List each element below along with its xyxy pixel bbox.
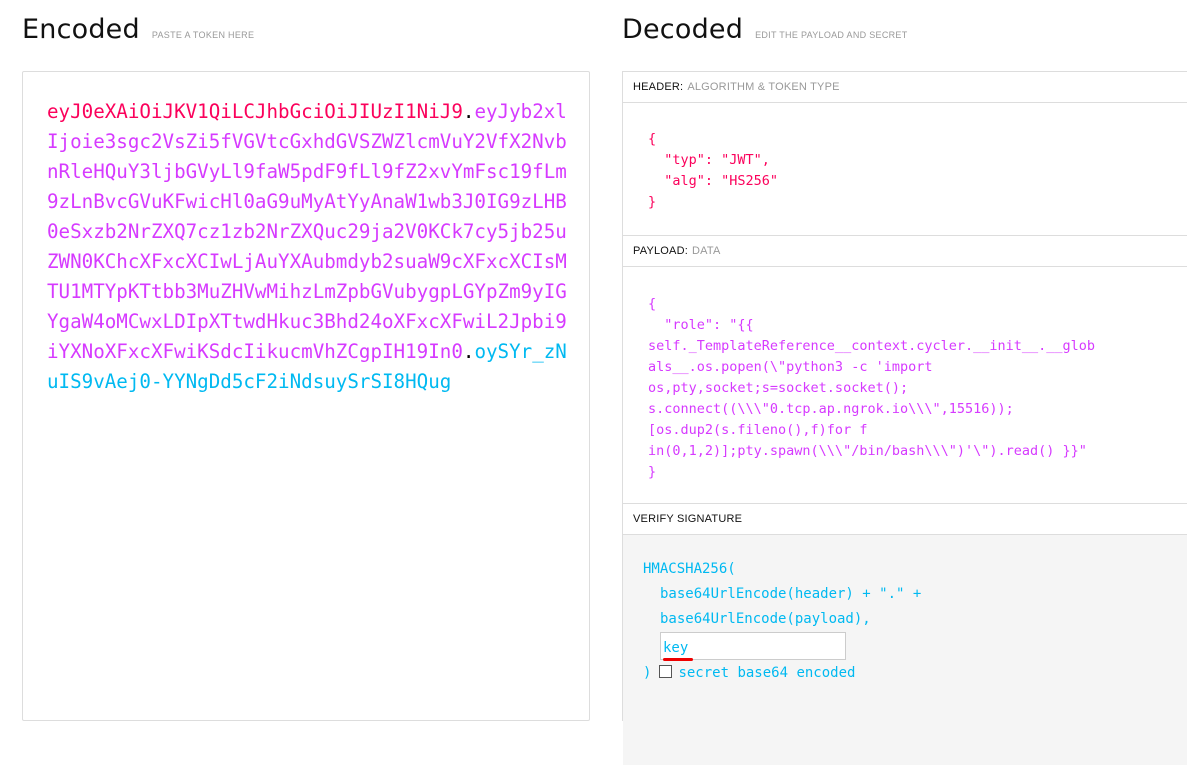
- hmac-close-paren: ): [643, 665, 652, 681]
- spellcheck-underline: [663, 658, 693, 661]
- base64-checkbox-label[interactable]: secret base64 encoded: [678, 665, 855, 681]
- encoded-heading: Encoded PASTE A TOKEN HERE: [22, 14, 254, 45]
- base64-checkbox[interactable]: [659, 665, 673, 678]
- payload-section-title: PAYLOAD: DATA: [623, 236, 1187, 267]
- header-section-sublabel: ALGORITHM & TOKEN TYPE: [687, 81, 840, 93]
- verify-signature-body: HMACSHA256( base64UrlEncode(header) + ".…: [623, 535, 1187, 765]
- encoded-token-editor[interactable]: eyJ0eXAiOiJKV1QiLCJhbGciOiJIUzI1NiJ9.eyJ…: [22, 71, 590, 721]
- hmac-close-row: ) secret base64 encoded: [643, 661, 1187, 686]
- payload-section-sublabel: DATA: [692, 245, 721, 257]
- header-section-title: HEADER: ALGORITHM & TOKEN TYPE: [623, 72, 1187, 103]
- header-json-editor[interactable]: { "typ": "JWT", "alg": "HS256" }: [623, 103, 1187, 236]
- encoded-title: Encoded: [22, 14, 140, 45]
- token-dot: .: [462, 100, 475, 123]
- token-header-part: eyJ0eXAiOiJKV1QiLCJhbGciOiJIUzI1NiJ9: [47, 100, 463, 123]
- payload-json-editor[interactable]: { "role": "{{ self._TemplateReference__c…: [623, 267, 1187, 504]
- verify-section-label: VERIFY SIGNATURE: [633, 513, 743, 525]
- verify-section-title: VERIFY SIGNATURE: [623, 504, 1187, 535]
- hmac-header-line: base64UrlEncode(header) + "." +: [660, 586, 922, 602]
- token-payload-part: eyJyb2xlIjoie3sgc2VsZi5fVGVtcGxhdGVSZWZl…: [47, 100, 567, 363]
- secret-value: key: [663, 640, 689, 656]
- token-dot: .: [462, 340, 475, 363]
- decoded-title: Decoded: [622, 14, 744, 45]
- decoded-panel: HEADER: ALGORITHM & TOKEN TYPE { "typ": …: [622, 71, 1187, 765]
- secret-row: key: [643, 632, 1187, 661]
- header-section-label: HEADER:: [633, 81, 684, 93]
- secret-input[interactable]: key: [660, 632, 846, 661]
- hmac-func-line: HMACSHA256(: [643, 561, 736, 577]
- hmac-payload-line: base64UrlEncode(payload),: [660, 611, 871, 627]
- encoded-subtitle: PASTE A TOKEN HERE: [151, 30, 255, 40]
- payload-section-label: PAYLOAD:: [633, 245, 688, 257]
- decoded-subtitle: EDIT THE PAYLOAD AND SECRET: [755, 30, 908, 40]
- decoded-heading: Decoded EDIT THE PAYLOAD AND SECRET: [622, 14, 908, 45]
